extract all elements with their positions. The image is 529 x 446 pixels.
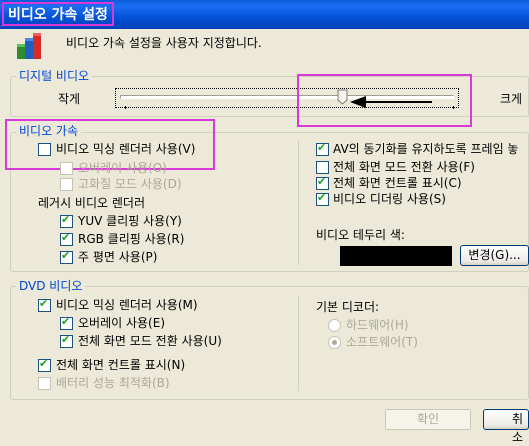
va-fullscreen-switch-label: 전체 화면 모드 전환 사용(F)	[333, 160, 475, 174]
video-dither-checkbox[interactable]	[316, 193, 329, 206]
battery-optimize-checkbox	[38, 377, 51, 390]
arrow-left-icon	[350, 96, 432, 108]
va-overlay-checkbox	[60, 162, 73, 175]
border-color-label: 비디오 테두리 색:	[316, 228, 405, 242]
av-sync-label: AV의 동기화를 유지하도록 프레임 놓	[333, 142, 519, 156]
hardware-decoder-label: 하드웨어(H)	[346, 318, 409, 332]
va-fullscreen-ctrl-checkbox[interactable]	[316, 177, 329, 190]
hardware-decoder-radio	[328, 319, 341, 332]
dvd-fullscreen-ctrl-label: 전체 화면 컨트롤 표시(N)	[56, 358, 186, 372]
slider-min-label: 작게	[58, 92, 81, 106]
va-mixing-renderer-label: 비디오 믹싱 렌더러 사용(V)	[56, 142, 196, 156]
header-description: 비디오 가속 설정을 사용자 지정합니다.	[66, 36, 262, 50]
primary-surface-label: 주 평면 사용(P)	[78, 250, 158, 264]
va-fullscreen-ctrl-label: 전체 화면 컨트롤 표시(C)	[333, 176, 462, 190]
divider	[298, 296, 299, 391]
video-settings-icon	[17, 33, 41, 59]
digital-video-legend: 디지털 비디오	[16, 69, 93, 83]
cancel-button[interactable]: 취소	[483, 409, 529, 444]
va-mixing-renderer-checkbox[interactable]	[38, 143, 51, 156]
window-title: 비디오 가속 설정	[2, 2, 114, 26]
ok-button[interactable]: 확인	[385, 409, 471, 430]
yuv-clipping-label: YUV 클리핑 사용(Y)	[78, 214, 182, 228]
va-hq-mode-checkbox	[60, 178, 73, 191]
primary-surface-checkbox[interactable]	[60, 251, 73, 264]
software-decoder-radio	[328, 336, 341, 349]
dvd-mixing-renderer-label: 비디오 믹싱 렌더러 사용(M)	[56, 298, 198, 312]
dvd-mixing-renderer-checkbox[interactable]	[38, 299, 51, 312]
battery-optimize-label: 배터리 성능 최적화(B)	[56, 376, 170, 390]
dvd-fullscreen-switch-label: 전체 화면 모드 전환 사용(U)	[78, 334, 222, 348]
divider	[298, 140, 299, 265]
default-decoder-heading: 기본 디코더:	[316, 300, 380, 314]
change-color-button[interactable]: 변경(G)...	[460, 245, 529, 266]
va-hq-mode-label: 고화질 모드 사용(D)	[78, 177, 182, 191]
video-dither-label: 비디오 디더링 사용(S)	[333, 192, 446, 206]
border-color-swatch	[340, 246, 452, 266]
slider-tick	[125, 106, 126, 109]
legacy-renderer-heading: 레거시 비디오 렌더러	[38, 196, 145, 210]
dvd-overlay-label: 오버레이 사용(E)	[78, 316, 166, 330]
av-sync-checkbox[interactable]	[316, 143, 329, 156]
dvd-fullscreen-ctrl-checkbox[interactable]	[38, 359, 51, 372]
yuv-clipping-checkbox[interactable]	[60, 215, 73, 228]
dvd-overlay-checkbox[interactable]	[60, 317, 73, 330]
rgb-clipping-checkbox[interactable]	[60, 233, 73, 246]
va-fullscreen-switch-checkbox[interactable]	[316, 161, 329, 174]
dvd-video-legend: DVD 비디오	[16, 279, 86, 293]
slider-max-label: 크게	[500, 92, 523, 106]
dvd-fullscreen-switch-checkbox[interactable]	[60, 335, 73, 348]
rgb-clipping-label: RGB 클리핑 사용(R)	[78, 232, 185, 246]
software-decoder-label: 소프트웨어(T)	[346, 335, 418, 349]
va-overlay-label: 오버레이 사용(O)	[78, 161, 167, 175]
